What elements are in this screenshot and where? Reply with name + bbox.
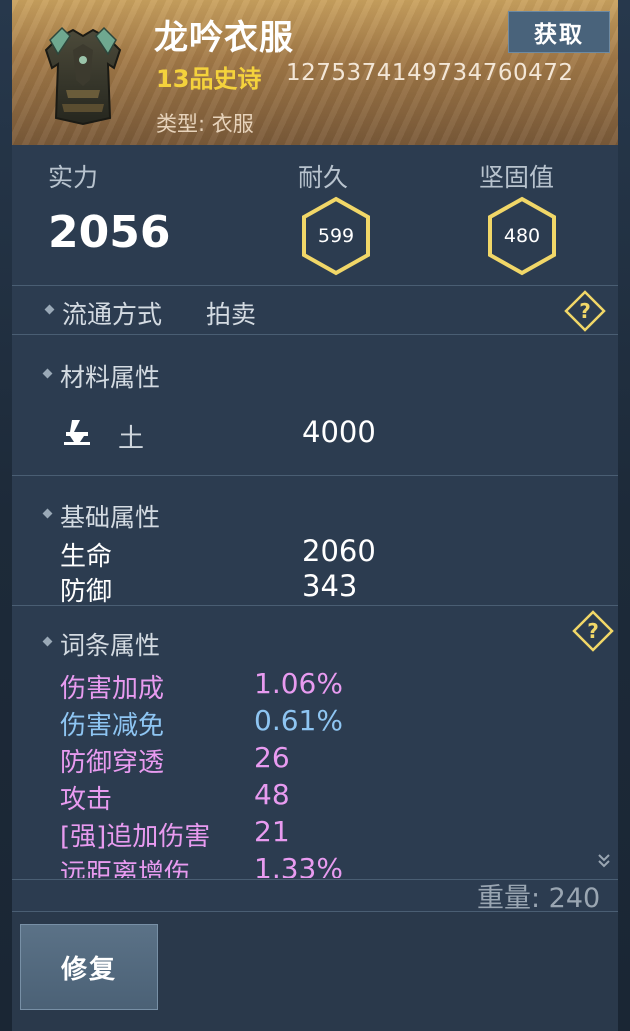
affix-name: [强]追加伤害 bbox=[60, 822, 211, 852]
help-icon[interactable]: ? bbox=[572, 610, 614, 652]
divider bbox=[12, 285, 618, 286]
affix-value: 1.06% bbox=[254, 667, 343, 700]
item-name: 龙吟衣服 bbox=[154, 18, 294, 58]
svg-text:?: ? bbox=[579, 299, 591, 323]
divider bbox=[12, 334, 618, 335]
affix-value: 1.33% bbox=[254, 852, 343, 878]
affix-title: 词条属性 bbox=[60, 631, 161, 660]
item-type: 类型: 衣服 bbox=[156, 112, 254, 136]
base-attr-name: 防御 bbox=[60, 577, 113, 607]
firmness-label: 坚固值 bbox=[479, 163, 555, 192]
divider bbox=[12, 475, 618, 476]
base-title: 基础属性 bbox=[60, 503, 161, 532]
durability-label: 耐久 bbox=[298, 163, 349, 192]
circulation-label: 流通方式 bbox=[62, 300, 163, 329]
item-quality: 13品史诗 bbox=[156, 65, 262, 93]
circulation-value: 拍卖 bbox=[206, 300, 257, 329]
material-title: 材料属性 bbox=[60, 363, 161, 392]
base-attr-value: 343 bbox=[302, 569, 358, 603]
firmness-value: 480 bbox=[503, 225, 541, 247]
material-element-name: 土 bbox=[118, 424, 145, 454]
affix-name: 伤害减免 bbox=[60, 711, 165, 741]
repair-button[interactable]: 修复 bbox=[20, 924, 158, 1010]
help-icon[interactable]: ? bbox=[564, 290, 606, 332]
base-attr-name: 生命 bbox=[60, 542, 113, 572]
weight-label: 重量: 240 bbox=[477, 883, 601, 914]
affix-value: 21 bbox=[254, 815, 290, 848]
affix-value: 26 bbox=[254, 741, 290, 774]
svg-text:?: ? bbox=[587, 619, 599, 643]
material-element-value: 4000 bbox=[302, 415, 376, 449]
earth-element-icon bbox=[64, 420, 90, 445]
obtain-button[interactable]: 获取 bbox=[508, 11, 610, 53]
affix-list[interactable]: 伤害加成 1.06% 伤害减免 0.61% 防御穿透 26 攻击 48 [强]追… bbox=[12, 660, 618, 878]
affix-name: 远距离增伤 bbox=[60, 859, 191, 878]
affix-name: 伤害加成 bbox=[60, 674, 165, 704]
affix-name: 攻击 bbox=[60, 785, 113, 815]
divider bbox=[12, 605, 618, 606]
durability-value: 599 bbox=[317, 225, 355, 247]
power-label: 实力 bbox=[48, 163, 99, 192]
affix-value: 48 bbox=[254, 778, 290, 811]
affix-value: 0.61% bbox=[254, 704, 343, 737]
item-id: 1275374149734760472 bbox=[286, 60, 574, 86]
affix-name: 防御穿透 bbox=[60, 748, 165, 778]
scroll-down-icon[interactable] bbox=[597, 852, 611, 870]
power-value: 2056 bbox=[48, 207, 171, 258]
base-attr-value: 2060 bbox=[302, 534, 376, 568]
armor-icon bbox=[44, 26, 122, 126]
